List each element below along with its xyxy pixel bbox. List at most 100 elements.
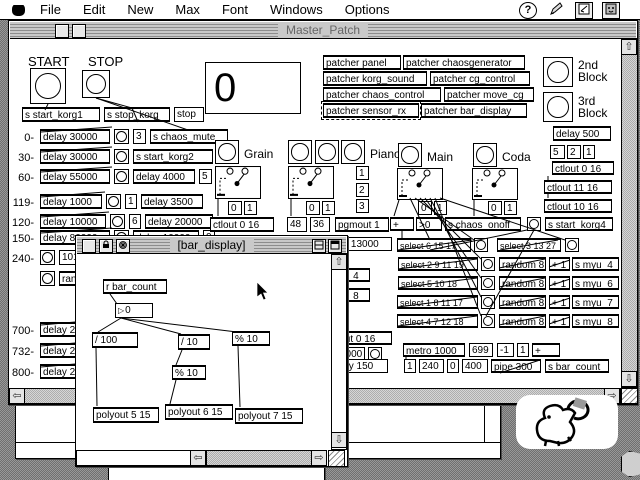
bang-button[interactable] (527, 217, 541, 231)
start-button[interactable] (30, 68, 66, 104)
object-box-random-8[interactable]: random 8 (499, 295, 546, 309)
object-box-pgmout-1[interactable]: pgmout 1 (335, 217, 389, 232)
object-box-delay-30000[interactable]: delay 30000 (40, 129, 110, 144)
main-button[interactable] (398, 143, 422, 167)
object-box-[interactable]: + (390, 217, 414, 231)
menu-edit[interactable]: Edit (72, 0, 116, 19)
object-box-s-stop-korg[interactable]: s stop_korg (104, 107, 170, 122)
message-box-0[interactable]: 0 (418, 201, 432, 215)
object-box-select-2-9-11-19[interactable]: select 2 9 11 19 (398, 257, 478, 271)
bang-button[interactable] (40, 250, 55, 265)
scroll-up-arrow[interactable]: ⇧ (621, 39, 637, 55)
object-box-delay-3500[interactable]: delay 3500 (141, 194, 203, 209)
object-box-patcher-chaos-control[interactable]: patcher chaos_control (323, 87, 441, 102)
bang-button[interactable] (481, 276, 495, 290)
bang-button[interactable] (106, 194, 121, 209)
message-box-3[interactable]: 3 (133, 129, 146, 144)
menu-new[interactable]: New (116, 0, 164, 19)
coda-button[interactable] (473, 143, 497, 167)
object-box-delay-1000[interactable]: delay 1000 (40, 194, 102, 209)
scroll-left-arrow[interactable]: ⇦ (190, 450, 206, 466)
message-box-699[interactable]: 699 (469, 343, 493, 357)
bang-button[interactable] (114, 149, 129, 164)
help-icon[interactable]: ? (519, 2, 537, 19)
object-box-10[interactable]: / 10 (178, 334, 210, 350)
message-box-1[interactable]: 1 (125, 194, 137, 209)
object-box-ctlout-10-16[interactable]: ctlout 10 16 (544, 199, 612, 213)
object-box-s-start-korg4[interactable]: s start_korg4 (545, 217, 613, 231)
close-box[interactable] (82, 239, 96, 253)
object-box-1[interactable]: + 1 (549, 276, 570, 290)
bang-button[interactable] (481, 257, 495, 271)
object-box-polyout-5-15[interactable]: polyout 5 15 (93, 407, 159, 423)
object-box-pipe-300[interactable]: pipe 300 (491, 359, 541, 373)
object-box-ctlout-0-16[interactable]: ctlout 0 16 (552, 161, 614, 175)
piano-button-1[interactable] (288, 140, 312, 164)
object-box-delay-30000[interactable]: delay 30000 (40, 149, 110, 164)
object-box-1[interactable]: + 1 (549, 314, 570, 328)
message-box-5[interactable]: 5 (550, 145, 565, 159)
menu-windows[interactable]: Windows (259, 0, 334, 19)
object-box-delay-10000[interactable]: delay 10000 (40, 214, 106, 229)
object-box-delay-4000[interactable]: delay 4000 (133, 169, 195, 184)
gate-switch[interactable] (472, 168, 518, 200)
menu-file[interactable]: File (29, 0, 72, 19)
object-box-delay-500[interactable]: delay 500 (553, 126, 611, 141)
object-box-patcher-sensor-rx[interactable]: patcher sensor_rx (321, 101, 421, 120)
master-vscroll-track[interactable] (621, 38, 638, 388)
bang-button[interactable] (481, 314, 495, 328)
bang-button[interactable] (40, 271, 55, 286)
object-box-patcher-panel[interactable]: patcher panel (323, 55, 401, 70)
patcher-doc-icon[interactable] (575, 2, 593, 19)
object-box-s-chaos-onoff[interactable]: s chaos_onoff (445, 217, 521, 231)
object-box-1[interactable]: + 1 (549, 257, 570, 271)
piano-button-2[interactable] (315, 140, 339, 164)
object-box-random-8[interactable]: random 8 (499, 314, 546, 328)
object-box-10[interactable]: % 10 (232, 331, 270, 346)
object-box-patcher-move-cg[interactable]: patcher move_cg (444, 87, 534, 102)
bar-count-number-box[interactable]: 0 (115, 303, 153, 318)
object-box-0[interactable]: >0 (416, 217, 442, 231)
disk-icon[interactable] (621, 451, 640, 477)
zoom-box[interactable] (72, 24, 86, 38)
message-box-240[interactable]: 240 (419, 359, 444, 373)
scroll-right-arrow[interactable]: ⇨ (311, 450, 327, 466)
bang-button[interactable] (474, 238, 488, 252)
object-box-1[interactable]: + 1 (549, 295, 570, 309)
message-box-48[interactable]: 48 (287, 217, 307, 232)
object-box-100[interactable]: / 100 (92, 332, 138, 348)
bang-button[interactable] (114, 129, 129, 144)
object-box-patcher-cg-control[interactable]: patcher cg_control (430, 71, 530, 86)
message-box-1[interactable]: 1 (404, 359, 416, 373)
message-box-stop[interactable]: stop (174, 107, 204, 122)
grow-box[interactable] (328, 450, 345, 467)
grain-button[interactable] (215, 140, 239, 164)
object-box-select-6-15-17[interactable]: select 6 15 17 (397, 238, 471, 252)
bar-display-window[interactable]: [bar_display] (75, 235, 348, 467)
object-box-s-myu-8[interactable]: s myu_8 (572, 314, 619, 328)
object-box-select-4-7-12-18[interactable]: select 4 7 12 18 (397, 314, 478, 328)
message-box-1[interactable]: 1 (504, 201, 517, 215)
max-app-icon[interactable] (602, 2, 620, 19)
piano-button-3[interactable] (341, 140, 365, 164)
bang-button[interactable] (114, 169, 129, 184)
scroll-up-arrow[interactable]: ⇧ (331, 254, 347, 270)
object-box-polyout-7-15[interactable]: polyout 7 15 (235, 408, 303, 424)
object-box-ctlout-11-16[interactable]: ctlout 11 16 (544, 180, 612, 194)
object-box-10[interactable]: % 10 (172, 365, 206, 380)
pencil-icon[interactable] (548, 2, 564, 17)
message-box-3[interactable]: 3 (356, 199, 369, 213)
message-box-36[interactable]: 36 (310, 217, 330, 232)
object-box-r-bar-count[interactable]: r bar_count (103, 279, 167, 294)
scroll-left-arrow[interactable]: ⇦ (9, 388, 25, 404)
object-box-[interactable]: + (532, 343, 560, 357)
bar-vscroll-track[interactable] (331, 253, 347, 450)
object-box-metro-1000[interactable]: metro 1000 (403, 343, 465, 357)
scroll-down-arrow[interactable]: ⇩ (331, 432, 347, 448)
master-title-bar[interactable]: Master_Patch (10, 22, 636, 39)
big-number-display[interactable]: 0 (205, 62, 301, 114)
bar-hscroll-track[interactable] (206, 450, 312, 466)
third-block-button[interactable] (543, 92, 573, 122)
message-box-1[interactable]: 1 (322, 201, 335, 215)
object-box-s-myu-6[interactable]: s myu_6 (572, 276, 619, 290)
